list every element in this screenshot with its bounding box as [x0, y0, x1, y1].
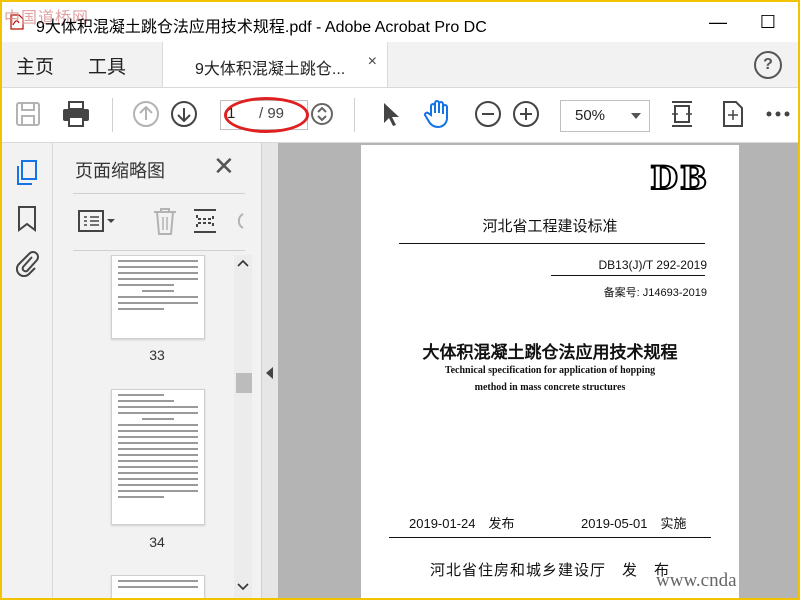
zoom-out-icon[interactable]: [472, 98, 504, 130]
collapse-panel-icon[interactable]: [266, 367, 273, 379]
tab-tools[interactable]: 工具: [88, 52, 126, 79]
release-date: 2019-01-24 发布: [409, 516, 515, 531]
more-options-icon[interactable]: [762, 98, 794, 130]
db-logo: DB: [649, 158, 709, 198]
zoom-level-value: 50%: [575, 107, 606, 124]
navigation-rail: [2, 143, 53, 598]
document-title: 大体积混凝土跳仓法应用技术规程: [422, 343, 678, 363]
save-icon[interactable]: [12, 98, 44, 130]
thumbnail-options-icon[interactable]: [77, 206, 117, 236]
delete-page-icon[interactable]: [151, 206, 179, 236]
tab-bar: 主页 工具 9大体积混凝土跳仓... × ?: [2, 42, 798, 88]
thumbnail-page-number: 34: [149, 534, 165, 550]
toolbar-divider: [112, 98, 113, 132]
thumbnail-page-number: 33: [149, 347, 165, 363]
title-bar: 中国道桥网 9大体积混凝土跳仓法应用技术规程.pdf - Adobe Acrob…: [2, 2, 798, 42]
thumbnail-list: 33 34: [63, 255, 231, 598]
fit-page-icon[interactable]: [666, 98, 698, 130]
document-view[interactable]: DB 河北省工程建设标准 DB13(J)/T 292-2019 备案号: J14…: [278, 143, 798, 598]
hand-tool-icon[interactable]: [422, 98, 454, 130]
divider: [399, 243, 705, 244]
help-icon[interactable]: ?: [754, 51, 782, 79]
rotate-icon[interactable]: [231, 206, 245, 236]
bookmark-icon[interactable]: [16, 205, 38, 233]
english-title-line-1: Technical specification for application …: [444, 365, 656, 376]
select-cursor-icon[interactable]: [374, 98, 406, 130]
attachment-icon[interactable]: [14, 249, 40, 277]
thumbnail-page-35[interactable]: [111, 575, 205, 598]
tab-home[interactable]: 主页: [16, 52, 54, 79]
pdf-page: DB 河北省工程建设标准 DB13(J)/T 292-2019 备案号: J14…: [361, 145, 739, 598]
standard-category: 河北省工程建设标准: [482, 218, 618, 235]
toolbar-divider: [354, 98, 355, 132]
main-toolbar: 1 / 99 50%: [2, 88, 798, 143]
thumbnail-page-34[interactable]: [111, 389, 205, 525]
document-tab-label: 9大体积混凝土跳仓...: [195, 61, 346, 78]
window-title: 9大体积混凝土跳仓法应用技术规程.pdf - Adobe Acrobat Pro…: [36, 19, 487, 36]
app-window: 中国道桥网 9大体积混凝土跳仓法应用技术规程.pdf - Adobe Acrob…: [0, 0, 800, 600]
panel-toolbar: [73, 193, 245, 251]
maximize-button[interactable]: ☐: [748, 8, 788, 36]
close-panel-button[interactable]: ✕: [213, 151, 235, 182]
scroll-thumb[interactable]: [236, 373, 252, 393]
thumbnail-scrollbar[interactable]: [234, 255, 252, 598]
standard-number: DB13(J)/T 292-2019: [598, 258, 707, 272]
watermark-bottom-right: www.cnda: [656, 570, 737, 591]
english-title-line-2: method in mass concrete structures: [474, 382, 626, 393]
chevron-down-icon: [631, 113, 641, 119]
thumbnail-panel: 页面缩略图 ✕ 33 34: [53, 143, 261, 598]
close-tab-button[interactable]: ×: [368, 53, 377, 71]
page-thumbnails-icon[interactable]: [14, 159, 40, 187]
tab-document[interactable]: 9大体积混凝土跳仓... ×: [162, 42, 388, 87]
panel-title: 页面缩略图: [75, 161, 165, 181]
minimize-button[interactable]: —: [698, 8, 738, 36]
effective-date: 2019-05-01 实施: [581, 516, 687, 531]
page-spinner-icon[interactable]: [308, 98, 340, 130]
divider: [551, 275, 705, 276]
red-annotation-circle: [224, 97, 309, 133]
zoom-level-dropdown[interactable]: 50%: [560, 100, 650, 132]
previous-page-icon[interactable]: [130, 98, 162, 130]
insert-page-icon[interactable]: [191, 206, 219, 236]
scroll-up-icon[interactable]: [237, 259, 249, 267]
scroll-down-icon[interactable]: [237, 583, 249, 591]
next-page-icon[interactable]: [168, 98, 200, 130]
panel-splitter[interactable]: [261, 143, 278, 598]
record-number: 备案号: J14693-2019: [603, 287, 707, 299]
print-icon[interactable]: [60, 98, 92, 130]
divider: [389, 537, 711, 538]
rotate-page-icon[interactable]: [716, 98, 748, 130]
zoom-in-icon[interactable]: [510, 98, 542, 130]
thumbnail-page-33[interactable]: [111, 255, 205, 339]
